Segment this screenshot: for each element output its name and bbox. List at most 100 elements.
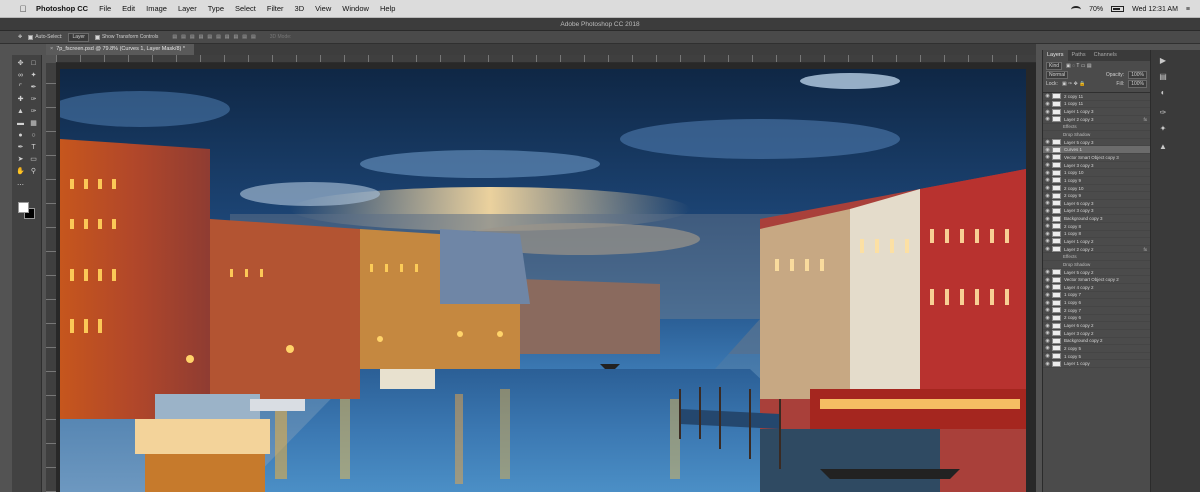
apple-icon[interactable]:  [18, 4, 28, 14]
visibility-eye-icon[interactable]: ◉ [1043, 323, 1052, 329]
menu-image[interactable]: Image [146, 4, 167, 13]
fill-field[interactable]: 100% [1128, 79, 1147, 88]
visibility-eye-icon[interactable]: ◉ [1043, 147, 1052, 153]
visibility-eye-icon[interactable]: ◉ [1043, 170, 1052, 176]
layer-row[interactable]: ◉ 1 copy 7 [1043, 291, 1151, 300]
layer-effect-row[interactable]: Drop Shadow [1043, 261, 1151, 269]
visibility-eye-icon[interactable]: ◉ [1043, 162, 1052, 168]
history-brush-icon[interactable]: ✑ [28, 107, 39, 116]
brush-tool-icon[interactable]: ✑ [28, 95, 39, 104]
layer-row[interactable]: ◉ Vector Smart Object copy 2 [1043, 276, 1151, 285]
path-select-tool-icon[interactable]: ➤ [15, 155, 26, 164]
checkbox-box[interactable] [94, 34, 100, 40]
more-tools-icon[interactable]: ⋯ [15, 181, 26, 190]
auto-select-dropdown[interactable]: Layer [68, 32, 89, 42]
visibility-eye-icon[interactable]: ◉ [1043, 109, 1052, 115]
layer-row[interactable]: ◉ Layer 6 copy 2 [1043, 322, 1151, 330]
layer-row[interactable]: ◉ 2 copy 6 [1043, 314, 1151, 323]
layer-row[interactable]: ◉ Layer 1 copy 3 [1043, 108, 1151, 116]
layer-row[interactable]: ◉ 1 copy 10 [1043, 169, 1151, 178]
blend-mode-dropdown[interactable]: Normal [1046, 70, 1069, 79]
menu-select[interactable]: Select [235, 4, 256, 13]
visibility-eye-icon[interactable]: ◉ [1043, 361, 1052, 367]
layer-row[interactable]: ◉ 1 copy 6 [1043, 299, 1151, 307]
zoom-tool-icon[interactable]: ⚲ [28, 167, 39, 176]
quick-select-tool-icon[interactable]: ✦ [28, 71, 39, 80]
align-middle-icon[interactable]: ▤ [181, 34, 186, 40]
distribute-icon[interactable]: ▤ [242, 34, 247, 40]
visibility-eye-icon[interactable]: ◉ [1043, 216, 1052, 222]
visibility-eye-icon[interactable]: ◉ [1043, 177, 1052, 183]
crop-tool-icon[interactable]: ⌜ [15, 83, 26, 92]
visibility-eye-icon[interactable]: ◉ [1043, 193, 1052, 199]
layer-effect-row[interactable]: Drop Shadow [1043, 131, 1151, 139]
distribute-icon[interactable]: ▤ [234, 34, 239, 40]
close-icon[interactable]: × [50, 46, 53, 52]
visibility-eye-icon[interactable]: ◉ [1043, 269, 1052, 275]
menu-window[interactable]: Window [342, 4, 369, 13]
type-tool-icon[interactable]: T [28, 143, 39, 152]
layer-row[interactable]: ◉ Layer 1 copy 2 [1043, 238, 1151, 246]
layer-row[interactable]: ◉ Layer 2 copy 3 fx [1043, 116, 1151, 124]
align-bottom-icon[interactable]: ▤ [190, 34, 195, 40]
layer-row[interactable]: ◉ Background copy 3 [1043, 215, 1151, 223]
layer-row[interactable]: ◉ 2 copy 11 [1043, 93, 1151, 101]
visibility-eye-icon[interactable]: ◉ [1043, 246, 1052, 252]
layer-row[interactable]: ◉ Layer 1 copy [1043, 360, 1151, 369]
menu-help[interactable]: Help [380, 4, 395, 13]
visibility-eye-icon[interactable]: ◉ [1043, 300, 1052, 306]
visibility-eye-icon[interactable]: ◉ [1043, 223, 1052, 229]
align-center-icon[interactable]: ▤ [207, 34, 212, 40]
layer-row[interactable]: ◉ 1 copy 8 [1043, 230, 1151, 239]
menu-app[interactable]: Photoshop CC [36, 4, 88, 13]
distribute-icon[interactable]: ▤ [225, 34, 230, 40]
document-canvas-image[interactable] [60, 69, 1026, 492]
align-right-icon[interactable]: ▤ [216, 34, 221, 40]
history-icon[interactable]: ▤ [1158, 72, 1168, 82]
menu-file[interactable]: File [99, 4, 111, 13]
healing-tool-icon[interactable]: ✚ [15, 95, 26, 104]
dodge-tool-icon[interactable]: ○ [28, 131, 39, 140]
blur-tool-icon[interactable]: ● [15, 131, 26, 140]
layer-row[interactable]: ◉ 2 copy 9 [1043, 192, 1151, 200]
layer-row[interactable]: ◉ 2 copy 10 [1043, 185, 1151, 193]
layer-row[interactable]: ◉ 1 copy 11 [1043, 100, 1151, 109]
align-left-icon[interactable]: ▤ [199, 34, 204, 40]
visibility-eye-icon[interactable]: ◉ [1043, 315, 1052, 321]
visibility-eye-icon[interactable]: ◉ [1043, 307, 1052, 313]
layer-row[interactable]: ◉ Layer 3 copy 2 [1043, 330, 1151, 338]
shape-tool-icon[interactable]: ▭ [28, 155, 39, 164]
visibility-eye-icon[interactable]: ◉ [1043, 185, 1052, 191]
checkbox-box[interactable] [28, 34, 34, 40]
layer-row[interactable]: ◉ 2 copy 5 [1043, 345, 1151, 353]
distribute-icon[interactable]: ▤ [251, 34, 256, 40]
visibility-eye-icon[interactable]: ◉ [1043, 330, 1052, 336]
tab-layers[interactable]: Layers [1043, 50, 1068, 61]
tools-icon[interactable]: ✦ [1158, 124, 1168, 134]
layer-row[interactable]: ◉ Layer 6 copy 3 [1043, 200, 1151, 208]
layer-row[interactable]: ◉ Layer 4 copy 2 [1043, 284, 1151, 292]
visibility-eye-icon[interactable]: ◉ [1043, 292, 1052, 298]
filter-icons[interactable]: ▣ ◌ T ▭ ▤ [1066, 63, 1092, 69]
eraser-tool-icon[interactable]: ▬ [15, 119, 26, 128]
foreground-color-swatch[interactable] [18, 202, 29, 213]
transform-controls-checkbox[interactable]: Show Transform Controls [94, 34, 158, 40]
tab-paths[interactable]: Paths [1068, 50, 1090, 61]
visibility-eye-icon[interactable]: ◉ [1043, 277, 1052, 283]
layer-row[interactable]: ◉ Background copy 2 [1043, 337, 1151, 346]
visibility-eye-icon[interactable]: ◉ [1043, 338, 1052, 344]
visibility-eye-icon[interactable]: ◉ [1043, 208, 1052, 214]
visibility-eye-icon[interactable]: ◉ [1043, 139, 1052, 145]
gradient-tool-icon[interactable]: ▦ [28, 119, 39, 128]
visibility-eye-icon[interactable]: ◉ [1043, 200, 1052, 206]
layer-row[interactable]: ◉ 2 copy 7 [1043, 307, 1151, 315]
layer-row[interactable]: ◉ Curves 1 [1043, 146, 1151, 155]
visibility-eye-icon[interactable]: ◉ [1043, 238, 1052, 244]
visibility-eye-icon[interactable]: ◉ [1043, 284, 1052, 290]
hand-tool-icon[interactable]: ✋ [15, 167, 26, 176]
menu-3d[interactable]: 3D [295, 4, 305, 13]
layer-row[interactable]: ◉ Layer 3 copy 3 [1043, 207, 1151, 216]
lasso-tool-icon[interactable]: ∞ [15, 71, 26, 80]
menu-edit[interactable]: Edit [122, 4, 135, 13]
document-tab[interactable]: × 7p_fscreen.psd @ 79.8% (Curves 1, Layer… [46, 44, 194, 55]
